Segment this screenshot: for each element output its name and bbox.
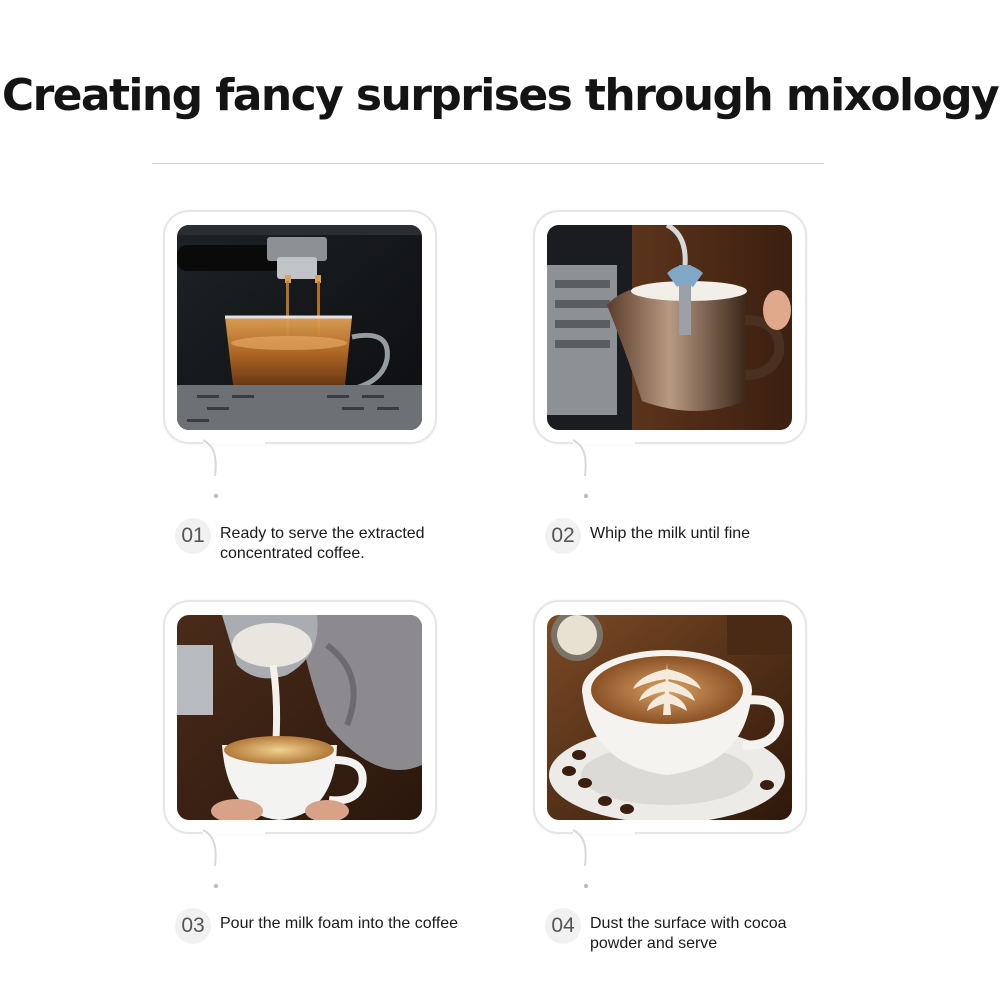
step-card-01: 01 Ready to serve the extracted concentr… [163,210,463,590]
step-card-03: 03 Pour the milk foam into the coffee [163,600,463,980]
connector-tail [202,829,219,888]
title-divider [152,163,824,164]
page-title: Creating fancy surprises through mixolog… [1,70,1000,121]
connector-tail [572,439,589,498]
step-card-04: 04 Dust the surface with cocoa powder an… [533,600,833,980]
espresso-extraction-photo [177,225,422,430]
connector-tail [202,439,219,498]
step-number: 02 [545,518,581,554]
step-caption: Ready to serve the extracted concentrate… [220,525,425,562]
step-caption: Whip the milk until fine [590,525,751,542]
step-caption: Pour the milk foam into the coffee [220,915,459,932]
pouring-milk-photo [177,615,422,820]
step-number: 01 [175,518,211,554]
step-caption: Dust the surface with cocoa powder and s… [590,915,787,952]
latte-art-photo [547,615,792,820]
connector-tail [572,829,589,888]
step-number: 03 [175,908,211,944]
milk-frothing-photo [547,225,792,430]
step-card-02: 02 Whip the milk until fine [533,210,833,590]
step-number: 04 [545,908,581,944]
